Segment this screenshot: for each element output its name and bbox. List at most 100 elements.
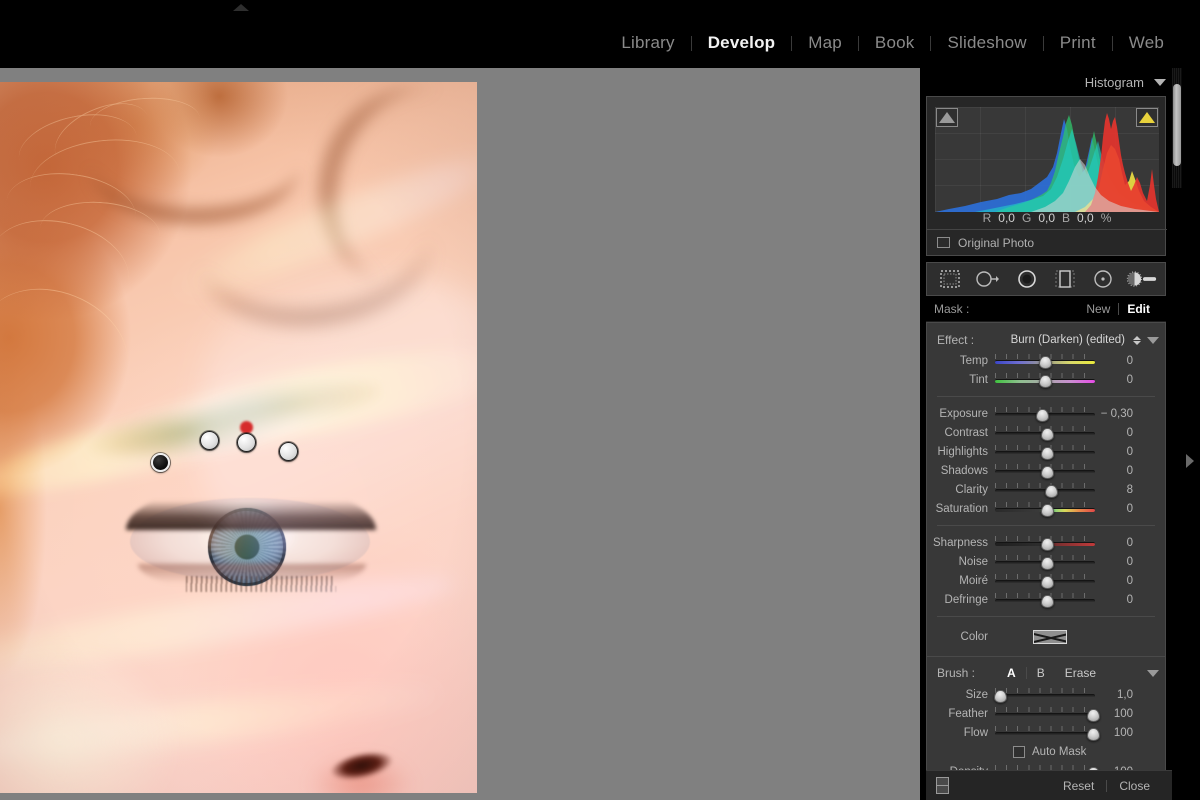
mask-edit-button[interactable]: Edit [1119,302,1158,316]
slider-noise-track[interactable] [995,554,1095,570]
slider-moire-track[interactable] [995,573,1095,589]
module-web[interactable]: Web [1113,30,1180,56]
chevron-down-icon[interactable] [1154,78,1166,86]
panel-scrollbar[interactable] [1172,68,1182,800]
slider-brush-flow-value[interactable]: 100 [1095,727,1141,739]
slider-brush-flow-knob[interactable] [1087,727,1100,741]
highlight-clipping-button[interactable] [1136,108,1158,127]
slider-tint-knob[interactable] [1039,374,1052,388]
slider-highlights-knob[interactable] [1041,446,1054,460]
radial-filter-tool[interactable] [1087,266,1119,292]
auto-mask-row[interactable]: Auto Mask [927,742,1165,762]
histogram-plot[interactable] [935,107,1159,212]
color-swatch[interactable] [1033,630,1067,644]
mask-new-button[interactable]: New [1078,302,1118,316]
slider-highlights-track[interactable] [995,444,1095,460]
slider-noise[interactable]: Noise 0 [927,552,1165,571]
slider-clarity-value[interactable]: 8 [1095,484,1141,496]
slider-noise-knob[interactable] [1041,556,1054,570]
slider-sharpness-value[interactable]: 0 [1095,537,1141,549]
original-photo-row[interactable]: Original Photo [927,229,1167,255]
slider-shadows[interactable]: Shadows 0 [927,461,1165,480]
slider-contrast-knob[interactable] [1041,427,1054,441]
scrollbar-track[interactable] [1172,68,1182,188]
slider-brush-size-track[interactable] [994,687,1095,703]
brush-pin-active[interactable] [151,453,170,472]
original-photo-checkbox[interactable] [937,237,950,248]
slider-saturation-track[interactable] [995,501,1095,517]
slider-noise-value[interactable]: 0 [1095,556,1141,568]
red-eye-correction-tool[interactable] [1011,266,1043,292]
slider-contrast-track[interactable] [995,425,1095,441]
slider-defringe-track[interactable] [995,592,1095,608]
slider-brush-size[interactable]: Size 1,0 [927,685,1165,704]
slider-moire[interactable]: Moiré 0 [927,571,1165,590]
slider-brush-flow-track[interactable] [995,725,1100,741]
crop-overlay-tool[interactable] [934,266,966,292]
slider-sharpness-track[interactable] [995,535,1095,551]
brush-pin-2[interactable] [200,431,219,450]
auto-mask-checkbox[interactable] [1013,746,1025,758]
module-map[interactable]: Map [792,30,858,56]
scrollbar-thumb[interactable] [1173,84,1181,166]
slider-tint[interactable]: Tint 0 [927,370,1165,389]
spot-removal-tool[interactable] [972,266,1004,292]
slider-brush-feather-value[interactable]: 100 [1095,708,1141,720]
slider-sharpness-knob[interactable] [1041,537,1054,551]
slider-temp-knob[interactable] [1039,355,1052,369]
brush-pin-3[interactable] [237,433,256,452]
slider-shadows-knob[interactable] [1041,465,1054,479]
slider-exposure[interactable]: Exposure − 0,30 [927,404,1165,423]
slider-temp[interactable]: Temp 0 [927,351,1165,370]
slider-highlights-value[interactable]: 0 [1095,446,1141,458]
module-print[interactable]: Print [1044,30,1112,56]
slider-saturation-value[interactable]: 0 [1095,503,1141,515]
slider-defringe[interactable]: Defringe 0 [927,590,1165,609]
slider-exposure-value[interactable]: − 0,30 [1095,408,1141,420]
histogram-header[interactable]: Histogram [926,68,1172,96]
slider-clarity[interactable]: Clarity 8 [927,480,1165,499]
slider-shadows-track[interactable] [995,463,1095,479]
slider-saturation[interactable]: Saturation 0 [927,499,1165,518]
image-canvas[interactable] [0,68,920,800]
brush-erase-button[interactable]: Erase [1055,666,1106,680]
collapse-top-panel-arrow[interactable] [233,4,249,11]
brush-a-button[interactable]: A [997,666,1026,680]
slider-exposure-track[interactable] [995,406,1095,422]
slider-contrast-value[interactable]: 0 [1095,427,1141,439]
show-right-panel-arrow[interactable] [1186,454,1194,468]
module-book[interactable]: Book [859,30,931,56]
module-slideshow[interactable]: Slideshow [931,30,1042,56]
slider-brush-flow[interactable]: Flow 100 [927,723,1165,742]
slider-exposure-knob[interactable] [1036,408,1049,422]
brush-pin-4[interactable] [279,442,298,461]
slider-clarity-track[interactable] [995,482,1095,498]
slider-moire-value[interactable]: 0 [1095,575,1141,587]
slider-highlights[interactable]: Highlights 0 [927,442,1165,461]
effect-preset-value[interactable]: Burn (Darken) (edited) [1011,334,1125,346]
graduated-filter-tool[interactable] [1049,266,1081,292]
slider-brush-feather[interactable]: Feather 100 [927,704,1165,723]
shadow-clipping-button[interactable] [936,108,958,127]
slider-shadows-value[interactable]: 0 [1095,465,1141,477]
slider-saturation-knob[interactable] [1041,503,1054,517]
brush-collapse-icon[interactable] [1147,669,1159,677]
effect-stepper-icon[interactable] [1133,335,1141,345]
slider-tint-value[interactable]: 0 [1095,374,1141,386]
slider-tint-track[interactable] [995,372,1095,388]
before-after-toggle-icon[interactable] [936,777,949,794]
photo-preview[interactable] [0,82,477,793]
slider-contrast[interactable]: Contrast 0 [927,423,1165,442]
adjustment-brush-tool[interactable] [1126,266,1158,292]
slider-temp-value[interactable]: 0 [1095,355,1141,367]
slider-brush-feather-track[interactable] [995,706,1100,722]
slider-moire-knob[interactable] [1041,575,1054,589]
close-button[interactable]: Close [1107,779,1162,793]
module-develop[interactable]: Develop [692,30,792,56]
effect-collapse-icon[interactable] [1147,336,1159,344]
slider-temp-track[interactable] [995,353,1095,369]
slider-brush-feather-knob[interactable] [1087,708,1100,722]
slider-brush-size-knob[interactable] [994,689,1007,703]
slider-defringe-value[interactable]: 0 [1095,594,1141,606]
slider-clarity-knob[interactable] [1045,484,1058,498]
